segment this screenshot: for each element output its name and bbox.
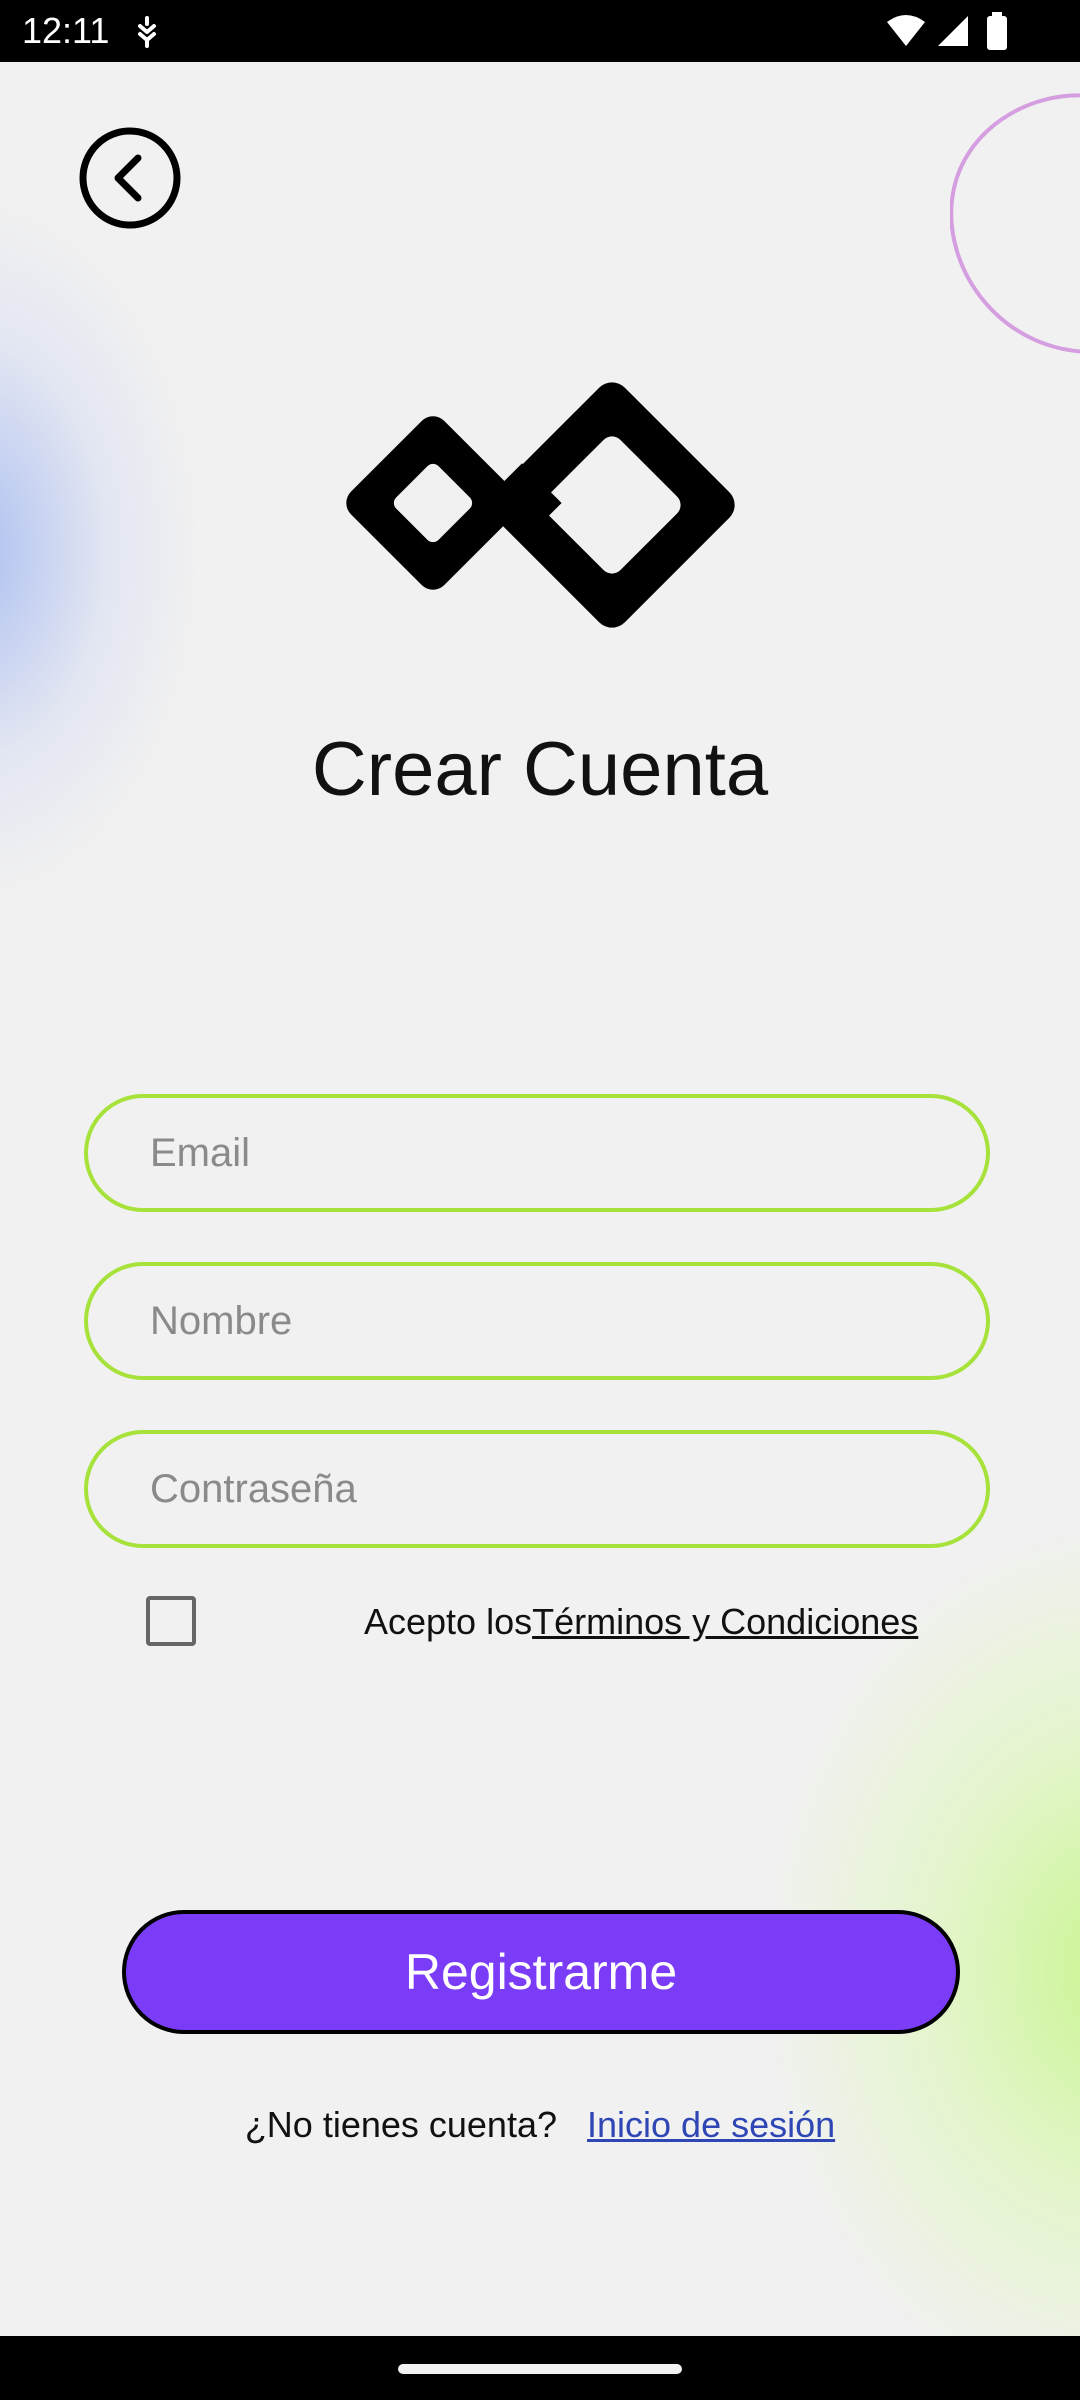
wifi-icon xyxy=(886,14,926,53)
battery-icon xyxy=(986,12,1008,55)
terms-prefix: Acepto los xyxy=(364,1601,533,1642)
name-input[interactable] xyxy=(88,1266,986,1376)
login-link[interactable]: Inicio de sesión xyxy=(587,2104,835,2145)
page-title: Crear Cuenta xyxy=(311,727,769,812)
notification-icon xyxy=(132,16,162,53)
login-row: ¿No tienes cuenta? Inicio de sesión xyxy=(0,2098,1080,2152)
app-logo xyxy=(330,310,750,700)
terms-row: Acepto losTérminos y Condiciones xyxy=(364,1596,918,1648)
navigation-bar xyxy=(0,2336,1080,2400)
status-time: 12:11 xyxy=(22,10,110,51)
login-prompt: ¿No tienes cuenta? xyxy=(244,2104,557,2145)
signal-icon xyxy=(936,14,970,53)
name-field[interactable] xyxy=(84,1262,990,1380)
password-field[interactable] xyxy=(84,1430,990,1548)
terms-checkbox[interactable] xyxy=(146,1596,196,1646)
email-input[interactable] xyxy=(88,1098,986,1208)
back-button[interactable] xyxy=(78,126,182,230)
password-input[interactable] xyxy=(88,1434,986,1544)
email-field[interactable] xyxy=(84,1094,990,1212)
status-bar: 12:11 xyxy=(0,0,1080,62)
chevron-left-circle-icon xyxy=(79,127,181,229)
register-screen: 12:11 Crear Cuenta Email Nombre Acepto l… xyxy=(0,0,1080,2400)
register-button[interactable]: Registrarme xyxy=(122,1910,960,2034)
home-indicator[interactable] xyxy=(398,2364,682,2374)
decorative-outline-blob xyxy=(949,90,1080,360)
terms-link[interactable]: Términos y Condiciones xyxy=(532,1601,918,1642)
